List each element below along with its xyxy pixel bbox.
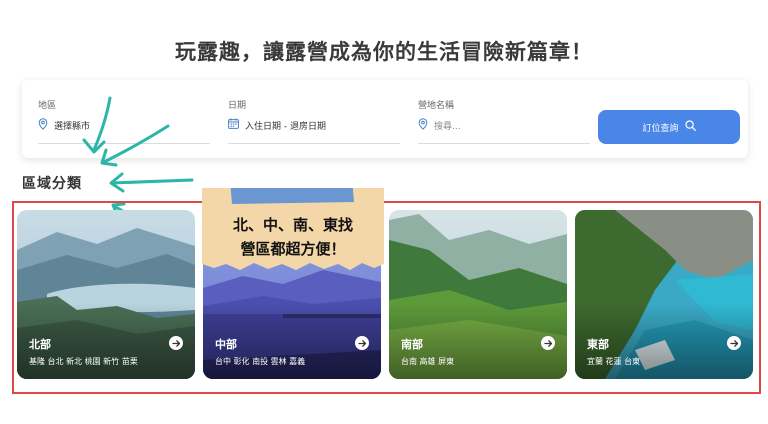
annotation-note: 北、中、南、東找 營區都超方便！ (202, 188, 384, 272)
arrow-right-icon[interactable] (541, 336, 555, 350)
region-name-south: 南部 (401, 338, 423, 351)
region-card-east[interactable]: 東部 宜蘭 花蓮 台東 (575, 210, 753, 379)
region-card-north[interactable]: 北部 基隆 台北 新北 桃園 新竹 苗栗 (17, 210, 195, 379)
region-name-central: 中部 (215, 338, 237, 351)
region-card-south[interactable]: 南部 台南 高雄 屏東 (389, 210, 567, 379)
note-line-1: 北、中、南、東找 (232, 216, 353, 234)
note-tape (230, 188, 354, 204)
region-cities-east: 宜蘭 花蓮 台東 (587, 357, 641, 366)
arrow-right-icon[interactable] (169, 336, 183, 350)
arrow-right-icon[interactable] (355, 336, 369, 350)
north-card-shade (17, 210, 195, 379)
region-cities-north: 基隆 台北 新北 桃園 新竹 苗栗 (29, 357, 138, 366)
arrow-right-icon[interactable] (727, 336, 741, 350)
region-cities-central: 台中 彰化 南投 雲林 嘉義 (215, 357, 306, 366)
annotation-arrow-left (110, 178, 194, 185)
east-card-shade (575, 210, 753, 379)
region-cities-south: 台南 高雄 屏東 (401, 357, 455, 366)
note-line-2: 營區都超方便！ (240, 240, 346, 258)
annotation-arrow-diagonal (102, 124, 170, 164)
region-name-east: 東部 (587, 338, 609, 351)
south-card-shade (389, 210, 567, 379)
annotation-arrow-down-head (82, 138, 106, 154)
region-name-north: 北部 (29, 338, 51, 351)
